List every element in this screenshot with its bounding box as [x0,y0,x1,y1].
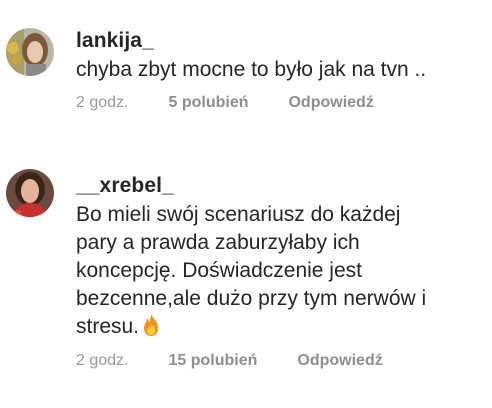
avatar[interactable] [6,169,54,217]
avatar-woman-icon [6,169,54,217]
comment-time: 2 godz. [76,94,129,111]
comment-time: 2 godz. [76,352,129,369]
reply-button[interactable]: Odpowiedź [288,94,373,112]
comment-text: chyba zbyt mocne to było jak na tvn .. [76,56,492,84]
avatar-woman-icon [6,28,54,76]
likes-count-link[interactable]: 5 polubień [168,94,248,112]
comment-text-line: Bo mieli swój scenariusz do każdej [76,203,401,226]
comment-item: __xrebel_ Bo mieli swój scenariusz do ka… [0,140,492,408]
comment-text: Bo mieli swój scenariusz do każdej pary … [76,201,492,341]
comment-meta: 2 godz. 15 polubień Odpowiedź [76,352,383,370]
comment-text-line: chyba zbyt mocne to było jak na tvn .. [76,58,427,81]
comment-username[interactable]: lankija_ [76,29,154,53]
comment-username[interactable]: __xrebel_ [76,174,174,198]
fire-emoji-icon [144,314,159,336]
comment-text-line: koncepcję. Doświadczenie jest [76,259,362,282]
comment-meta: 2 godz. 5 polubień Odpowiedź [76,94,374,112]
reply-button[interactable]: Odpowiedź [297,352,382,370]
avatar[interactable] [6,28,54,76]
comment-text-line: stresu. [76,315,140,338]
likes-count-link[interactable]: 15 polubień [168,352,257,370]
comment-item: lankija_ chyba zbyt mocne to było jak na… [0,0,492,140]
comment-text-line: pary a prawda zaburzyłaby ich [76,231,360,254]
comment-text-line: bezcenne,ale dużo przy tym nerwów i [76,287,427,310]
comment-text-line-last: stresu. [76,313,492,341]
